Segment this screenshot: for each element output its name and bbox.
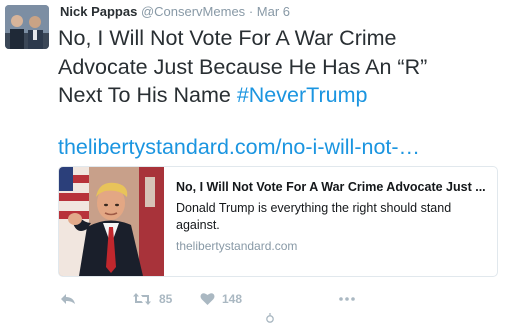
tweet-text: No, I Will Not Vote For A War Crime Advo… — [58, 24, 498, 110]
card-description-line: against. — [176, 217, 220, 232]
hashtag-link[interactable]: #NeverTrump — [237, 83, 368, 107]
card-title[interactable]: No, I Will Not Vote For A War Crime Advo… — [176, 179, 491, 195]
like-count: 148 — [222, 292, 243, 306]
heart-icon — [200, 293, 215, 305]
link-card[interactable]: No, I Will Not Vote For A War Crime Advo… — [58, 166, 498, 277]
reply-button[interactable] — [60, 292, 76, 306]
reply-icon — [61, 294, 75, 304]
pointer-cursor-icon — [264, 311, 276, 329]
retweet-icon — [133, 293, 151, 305]
tweet-date[interactable]: Mar 6 — [257, 4, 290, 19]
tweet-header: Nick Pappas @ConservMemes · Mar 6 — [60, 4, 290, 19]
author-handle[interactable]: @ConservMemes — [141, 4, 245, 19]
card-thumbnail — [59, 167, 164, 276]
retweet-button[interactable]: 85 — [132, 292, 172, 306]
tweet-url-link[interactable]: thelibertystandard.com/no-i-will-not-… — [58, 133, 420, 161]
card-description: Donald Trump is everything the right sho… — [176, 200, 491, 233]
meta-separator: · — [248, 4, 254, 19]
tweet-actions: 85 148 — [58, 292, 378, 310]
retweet-count: 85 — [159, 292, 173, 306]
author-name[interactable]: Nick Pappas — [60, 4, 137, 19]
more-button[interactable] — [338, 292, 356, 306]
tweet-text-line: Advocate Just Because He Has An “R” — [58, 54, 428, 79]
card-domain: thelibertystandard.com — [176, 239, 298, 253]
more-icon — [339, 297, 355, 301]
like-button[interactable]: 148 — [200, 292, 242, 306]
card-body: No, I Will Not Vote For A War Crime Advo… — [176, 179, 491, 253]
avatar[interactable] — [5, 5, 49, 49]
tweet-text-line: No, I Will Not Vote For A War Crime — [58, 26, 397, 50]
avatar-image — [5, 5, 49, 49]
tweet-text-plain: Next To His Name — [58, 83, 237, 107]
tweet-text-line-3: Next To His Name #NeverTrump — [58, 81, 498, 110]
card-description-line: Donald Trump is everything the right sho… — [176, 201, 452, 215]
